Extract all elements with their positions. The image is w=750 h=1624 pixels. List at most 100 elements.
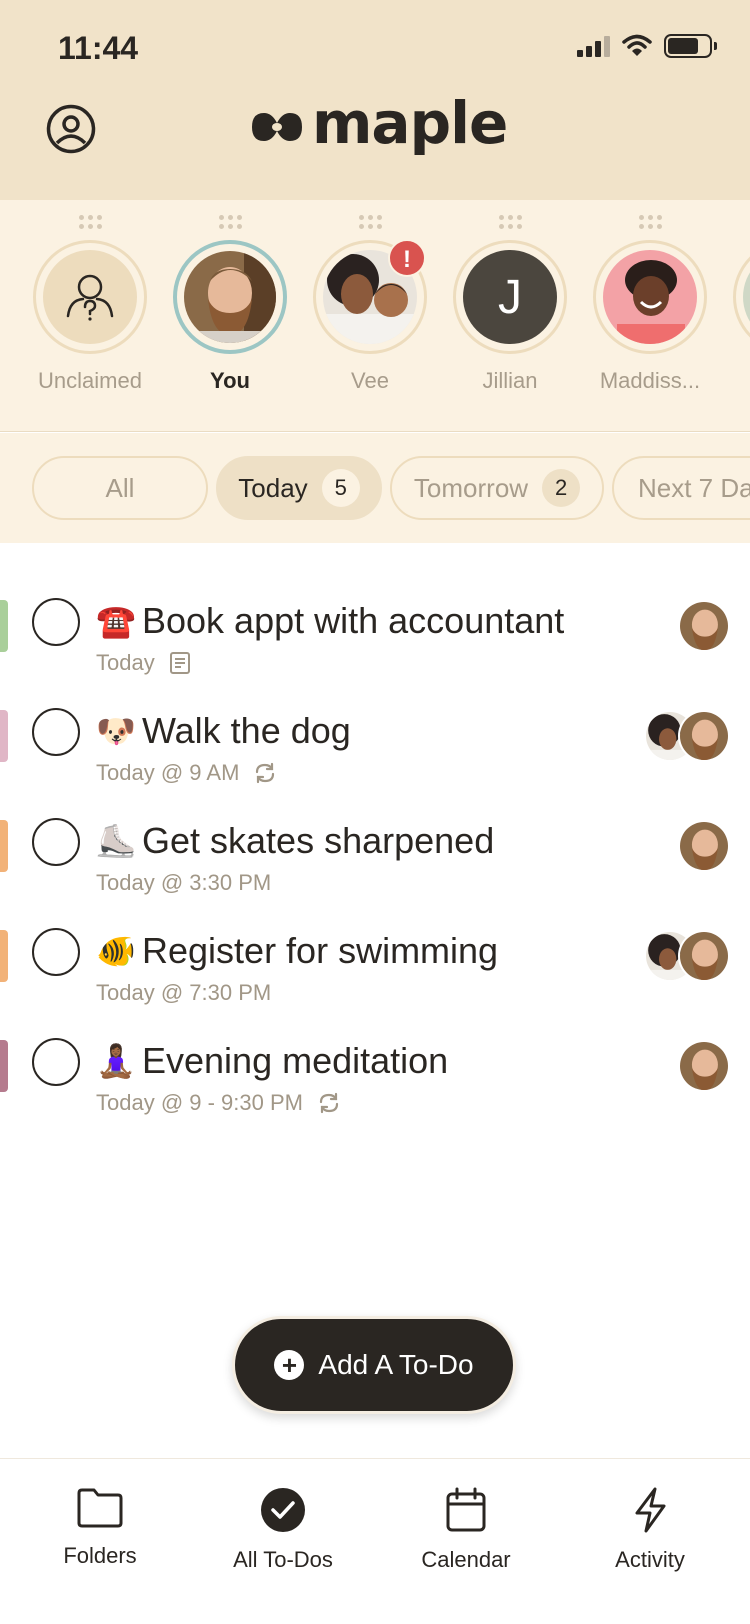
- profile-icon[interactable]: [46, 104, 96, 154]
- todo-emoji: 🧘🏾‍♀️: [96, 1043, 136, 1079]
- person-name: Maddiss...: [599, 368, 701, 393]
- filter-chip-tomorrow[interactable]: Tomorrow 2: [390, 456, 604, 520]
- photo-man-beard: [680, 602, 728, 650]
- todo-item[interactable]: 🐠 Register for swimming Today @ 7:30 PM: [0, 900, 750, 1010]
- bolt-icon: [635, 1487, 666, 1533]
- todo-list: ☎️ Book appt with accountant Today 🐶 Wal…: [0, 570, 750, 1120]
- todo-item[interactable]: 🐶 Walk the dog Today @ 9 AM: [0, 680, 750, 790]
- photo-man-beard: [680, 712, 728, 760]
- complete-checkbox[interactable]: [32, 708, 80, 756]
- todo-emoji: ⛸️: [96, 823, 136, 859]
- drag-handle-icon: [498, 215, 522, 229]
- photo-man-beard: [184, 251, 276, 343]
- status-icons: [577, 34, 717, 58]
- filter-chip-next-7-days[interactable]: Next 7 Da: [612, 456, 750, 520]
- chip-label: Tomorrow: [413, 472, 529, 503]
- assignee-avatars: [678, 1040, 730, 1092]
- battery-icon: [664, 34, 717, 58]
- complete-checkbox[interactable]: [32, 818, 80, 866]
- todo-title: 🐠 Register for swimming: [96, 930, 498, 972]
- todo-title-text: Walk the dog: [142, 710, 351, 751]
- todo-emoji: 🐠: [96, 933, 136, 969]
- tab-label: All To-Dos: [233, 1547, 333, 1572]
- todo-title: ⛸️ Get skates sharpened: [96, 820, 494, 862]
- person-name: Vee: [351, 368, 389, 393]
- repeat-icon: [319, 1092, 339, 1114]
- person-maddiss[interactable]: Maddiss...: [580, 200, 720, 394]
- avatar-initial: J: [463, 250, 557, 344]
- todo-title: 🐶 Walk the dog: [96, 710, 351, 752]
- chip-count: 2: [542, 469, 581, 507]
- photo-man-beard: [680, 932, 728, 980]
- filter-chip-all[interactable]: All: [32, 456, 208, 520]
- chip-label: All: [105, 472, 135, 503]
- todo-date: Today @ 3:30 PM: [96, 870, 272, 895]
- calendar-icon: [446, 1487, 486, 1532]
- avatar-ring: !: [313, 239, 427, 354]
- tab-folders[interactable]: Folders: [10, 1487, 190, 1569]
- todo-item[interactable]: 🧘🏾‍♀️ Evening meditation Today @ 9 - 9:3…: [0, 1010, 750, 1120]
- avatar: [184, 251, 276, 343]
- todo-emoji: 🐶: [96, 713, 136, 749]
- filter-chip-today[interactable]: Today 5: [216, 456, 382, 520]
- tab-label: Activity: [615, 1547, 685, 1572]
- todo-meta: Today @ 7:30 PM: [96, 980, 271, 1006]
- check-circle-icon: [261, 1488, 305, 1532]
- todo-title: ☎️ Book appt with accountant: [96, 600, 564, 642]
- person-partial[interactable]: [720, 200, 750, 354]
- category-color-bar: [0, 930, 8, 982]
- add-todo-label: Add A To-Do: [318, 1349, 474, 1380]
- wifi-icon: [622, 34, 652, 56]
- person-name: You: [210, 368, 250, 393]
- folder-icon: [77, 1488, 123, 1528]
- avatar: [603, 250, 697, 344]
- maple-logo-mark-icon: [252, 113, 302, 141]
- drag-handle-icon: [78, 215, 102, 229]
- complete-checkbox[interactable]: [32, 598, 80, 646]
- todo-meta: Today @ 9 AM: [96, 760, 277, 786]
- cellular-signal-icon: [577, 35, 610, 57]
- note-icon: [169, 652, 190, 674]
- category-color-bar: [0, 600, 8, 652]
- person-unclaimed[interactable]: Unclaimed: [20, 200, 160, 394]
- assignee-avatars: [678, 820, 730, 872]
- maple-logo: maple: [248, 92, 508, 162]
- avatar: [678, 600, 730, 652]
- person-name: Jillian: [482, 368, 538, 393]
- person-vee[interactable]: ! Vee: [300, 200, 440, 394]
- assignee-avatars: [644, 710, 730, 762]
- category-color-bar: [0, 710, 8, 762]
- tab-activity[interactable]: Activity: [560, 1487, 740, 1573]
- person-jillian[interactable]: J Jillian: [440, 200, 580, 394]
- todo-title-text: Register for swimming: [142, 930, 499, 971]
- date-filter-bar: All Today 5 Tomorrow 2 Next 7 Da: [0, 433, 750, 543]
- chip-count: 5: [321, 469, 360, 507]
- add-todo-button[interactable]: + Add A To-Do: [232, 1316, 516, 1414]
- person-you[interactable]: You: [160, 200, 300, 394]
- photo-girl: [603, 250, 697, 344]
- alert-badge: !: [388, 239, 426, 277]
- avatar: [43, 250, 137, 344]
- todo-item[interactable]: ☎️ Book appt with accountant Today: [0, 570, 750, 680]
- todo-item[interactable]: ⛸️ Get skates sharpened Today @ 3:30 PM: [0, 790, 750, 900]
- assignee-avatars: [644, 930, 730, 982]
- todo-meta: Today @ 9 - 9:30 PM: [96, 1090, 341, 1116]
- unclaimed-icon: [66, 274, 114, 321]
- category-color-bar: [0, 820, 8, 872]
- category-color-bar: [0, 1040, 8, 1092]
- complete-checkbox[interactable]: [32, 1038, 80, 1086]
- complete-checkbox[interactable]: [32, 928, 80, 976]
- bottom-tab-bar: Folders All To-Dos Calendar Activity: [0, 1458, 750, 1624]
- tab-all-todos[interactable]: All To-Dos: [193, 1487, 373, 1573]
- avatar-ring: [33, 240, 147, 354]
- avatar-ring: [593, 240, 707, 354]
- drag-handle-icon: [358, 215, 382, 229]
- assignee-avatars: [678, 600, 730, 652]
- avatar: [678, 820, 730, 872]
- todo-title: 🧘🏾‍♀️ Evening meditation: [96, 1040, 448, 1082]
- avatar: [678, 710, 730, 762]
- tab-calendar[interactable]: Calendar: [376, 1487, 556, 1573]
- avatar-ring: J: [453, 240, 567, 354]
- photo-man-beard: [680, 822, 728, 870]
- plus-icon: +: [274, 1350, 305, 1380]
